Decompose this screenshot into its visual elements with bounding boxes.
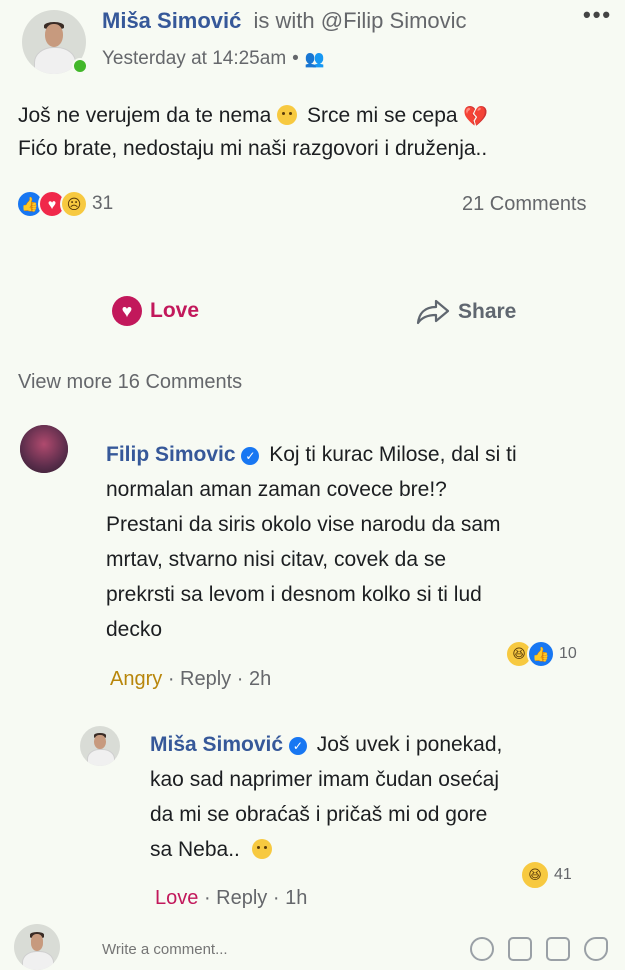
verified-badge-icon: ✓ [288, 737, 307, 755]
dot-separator: · [167, 668, 175, 690]
comment-reaction-label[interactable]: Angry [110, 668, 162, 690]
like-reaction-icon: 👍 [527, 640, 555, 668]
online-status-dot [72, 58, 88, 74]
comment-text-line: Prestani da siris okolo vise narodu da s… [106, 513, 501, 536]
comment-text-line: da mi se obraćaš i pričaš mi od gore [150, 803, 488, 826]
reply-time: 1h [285, 887, 308, 909]
reply-link[interactable]: Reply [216, 887, 267, 909]
post-text-line1: Još ne verujem da te nema [18, 104, 272, 127]
comment-text-line: mrtav, stvarno nisi citav, covek da se [106, 548, 447, 571]
sad-face-icon [277, 105, 298, 125]
comment-time: 2h [248, 668, 272, 690]
dot-separator: · [203, 887, 211, 909]
comment-text-line: normalan aman zaman covece bre!? [106, 478, 447, 501]
dot-separator: • [292, 48, 299, 69]
camera-icon[interactable] [508, 937, 532, 961]
haha-reaction-icon: 😆 [520, 860, 550, 890]
post-author-name[interactable]: Miša Simović [102, 8, 241, 33]
reply-author-avatar[interactable] [80, 726, 120, 766]
reply-reaction-count: 41 [554, 866, 572, 883]
comment-author-avatar[interactable] [20, 425, 68, 473]
post-timestamp[interactable]: Yesterday at 14:25am [102, 48, 286, 70]
post-reaction-count[interactable]: 31 [92, 193, 113, 215]
share-button[interactable]: Share [416, 298, 516, 326]
comment-text-line: kao sad naprimer imam čudan osećaj [150, 768, 500, 791]
share-button-label: Share [458, 300, 517, 323]
broken-heart-icon: 💔 [463, 106, 489, 128]
comment-text-line: Koj ti kurac Milose, dal si ti [269, 443, 517, 466]
weary-face-icon [251, 839, 272, 859]
sticker-icon[interactable] [584, 937, 608, 961]
reply-reaction-label[interactable]: Love [155, 887, 198, 909]
post-body: Još ne verujem da te nema Srce mi se cep… [18, 100, 618, 164]
reply-link[interactable]: Reply [180, 668, 231, 690]
comment-author-name[interactable]: Filip Simovic [106, 443, 236, 466]
gif-icon[interactable] [546, 937, 570, 961]
post-comments-count[interactable]: 21 Comments [462, 193, 587, 216]
dot-separator: · [236, 668, 244, 690]
reply-comment: Miša Simović ✓ Još uvek i ponekad, kao s… [150, 727, 610, 867]
comment-input[interactable] [100, 934, 444, 964]
post-text-line1b: Srce mi se cepa [307, 104, 458, 127]
comment-text-line: prekrsti sa levom i desnom kolko si ti l… [106, 583, 482, 606]
comment-text-line: sa Neba.. [150, 838, 240, 861]
reply-author-name[interactable]: Miša Simović [150, 733, 283, 756]
post-text-line2: Fićo brate, nedostaju mi naši razgovori … [18, 137, 488, 160]
composer-avatar [14, 924, 60, 970]
heart-icon: ♥ [112, 296, 142, 326]
comment-reactions[interactable]: 😆 👍 10 [505, 640, 577, 668]
sad-reaction-icon: ☹ [60, 190, 88, 218]
share-icon [416, 298, 450, 326]
verified-badge-icon: ✓ [241, 447, 260, 465]
friends-icon: 👥 [304, 51, 325, 68]
comment: Filip Simovic ✓ Koj ti kurac Milose, dal… [106, 437, 606, 647]
tagged-with-text[interactable]: is with @Filip Simovic [254, 8, 467, 33]
more-dots-icon[interactable]: ••• [583, 2, 612, 28]
emoji-icon[interactable] [470, 937, 494, 961]
comment-reaction-count: 10 [559, 645, 577, 662]
dot-separator: · [272, 887, 280, 909]
comment-text-line: Još uvek i ponekad, [316, 733, 503, 756]
reply-reactions[interactable]: 😆 41 [520, 860, 572, 890]
love-button[interactable]: ♥ Love [112, 296, 199, 326]
love-button-label: Love [150, 299, 200, 322]
view-more-comments-link[interactable]: View more 16 Comments [18, 371, 242, 394]
